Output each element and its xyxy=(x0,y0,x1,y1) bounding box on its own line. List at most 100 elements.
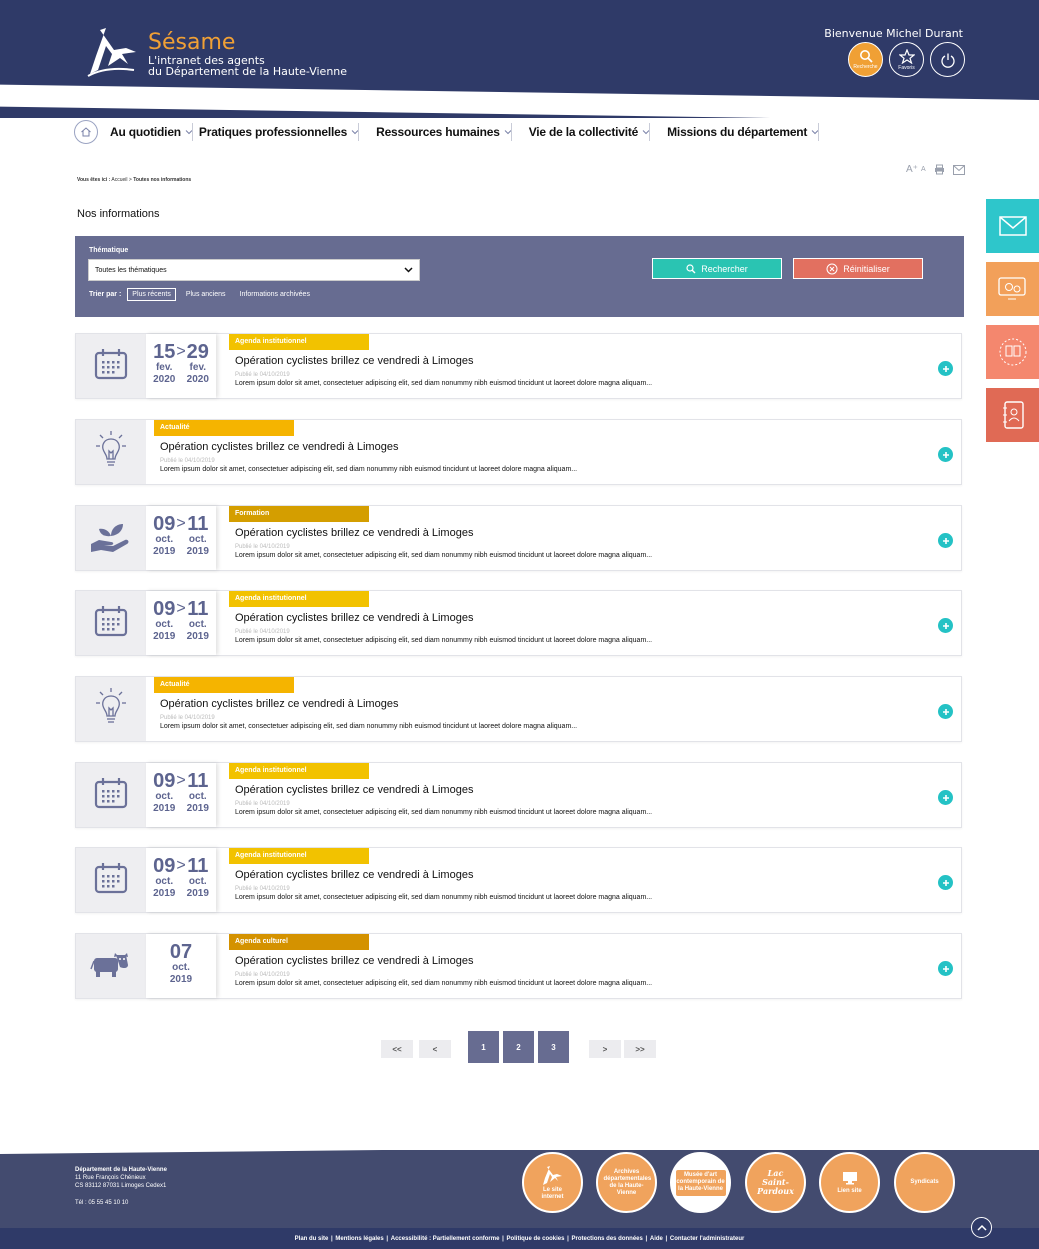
search-icon xyxy=(686,263,696,273)
back-to-top-button[interactable] xyxy=(971,1217,992,1238)
card-title[interactable]: Opération cyclistes brillez ce vendredi … xyxy=(235,869,473,881)
computer-settings-icon xyxy=(997,277,1026,300)
footer-link-musee[interactable]: Musée d'art contemporain de la Haute-Vie… xyxy=(670,1152,731,1213)
news-card[interactable]: 07 oct. 2019 Agenda culturel Opération cycli… xyxy=(75,933,962,999)
card-expand-button[interactable] xyxy=(938,790,953,805)
date-end-year: 2019 xyxy=(186,546,209,557)
nav-item-missions-du-departement[interactable]: Missions du département xyxy=(667,125,828,139)
pagination-next[interactable]: > xyxy=(589,1040,621,1058)
footer-link-protection-donnees[interactable]: Protections des données xyxy=(571,1236,642,1242)
card-expand-button[interactable] xyxy=(938,361,953,376)
footer-link-lac-saint-pardoux[interactable]: Lac Saint-Pardoux xyxy=(745,1152,806,1213)
date-start-day: 09 xyxy=(153,855,176,877)
home-button[interactable] xyxy=(74,120,98,144)
date-start-year: 2019 xyxy=(153,546,176,557)
card-description: Lorem ipsum dolor sit amet, consectetuer… xyxy=(235,809,653,816)
footer-link-syndicats[interactable]: Syndicats xyxy=(894,1152,955,1213)
card-date-box: 09 oct. 2019 >11 oct. 2019 xyxy=(146,848,216,912)
news-card[interactable]: 09 oct. 2019 >11 oct. 2019 Formation Opération … xyxy=(75,505,962,571)
pagination-page-1[interactable]: 1 xyxy=(468,1031,499,1063)
footer-link-lien-site[interactable]: Lien site xyxy=(819,1152,880,1213)
side-documents-button[interactable] xyxy=(986,325,1039,379)
sesame-logo[interactable] xyxy=(86,26,144,80)
date-start-month: oct. xyxy=(155,876,174,887)
welcome-message: Bienvenue Michel Durant xyxy=(824,27,963,40)
news-card[interactable]: Actualité Opération cyclistes brillez ce … xyxy=(75,419,962,485)
footer-link-label: Lien site xyxy=(837,1187,862,1194)
card-expand-button[interactable] xyxy=(938,618,953,633)
plus-icon xyxy=(942,708,949,715)
font-size-increase-button[interactable]: A⁺ xyxy=(906,164,918,175)
card-expand-button[interactable] xyxy=(938,447,953,462)
side-mail-button[interactable] xyxy=(986,199,1039,253)
news-card[interactable]: 09 oct. 2019 >11 oct. 2019 Agenda institutionn… xyxy=(75,847,962,913)
breadcrumb-home-link[interactable]: Accueil xyxy=(111,177,127,183)
pagination-page-3[interactable]: 3 xyxy=(538,1031,569,1063)
plus-icon xyxy=(942,622,949,629)
date-end-month: oct. xyxy=(188,876,207,887)
date-end-month: oct. xyxy=(188,619,207,630)
sort-option-recent[interactable]: Plus récents xyxy=(127,288,176,301)
nav-item-pratiques-professionnelles[interactable]: Pratiques professionnelles xyxy=(199,125,368,139)
footer-link-plan-du-site[interactable]: Plan du site xyxy=(295,1236,329,1242)
card-description: Lorem ipsum dolor sit amet, consectetuer… xyxy=(160,723,578,730)
reset-button[interactable]: Réinitialiser xyxy=(793,258,923,279)
card-expand-button[interactable] xyxy=(938,704,953,719)
card-expand-button[interactable] xyxy=(938,533,953,548)
news-card[interactable]: Actualité Opération cyclistes brillez ce … xyxy=(75,676,962,742)
news-card[interactable]: 09 oct. 2019 >11 oct. 2019 Agenda institutionn… xyxy=(75,762,962,828)
nav-item-vie-de-la-collectivite[interactable]: Vie de la collectivité xyxy=(529,125,659,139)
card-title[interactable]: Opération cyclistes brillez ce vendredi … xyxy=(160,441,398,453)
calendar-icon xyxy=(94,862,128,899)
card-description: Lorem ipsum dolor sit amet, consectetuer… xyxy=(235,980,653,987)
card-description: Lorem ipsum dolor sit amet, consectetuer… xyxy=(235,894,653,901)
card-title[interactable]: Opération cyclistes brillez ce vendredi … xyxy=(160,698,398,710)
side-directory-button[interactable] xyxy=(986,388,1039,442)
date-start: 15 fev. 2020 xyxy=(153,342,175,386)
favorites-button[interactable]: Favoris xyxy=(889,42,924,77)
footer-link-archives[interactable]: Archives départementales de la Haute-Vie… xyxy=(596,1152,657,1213)
card-published-date: Publié le 04/10/2019 xyxy=(235,886,290,892)
side-tools-button[interactable] xyxy=(986,262,1039,316)
card-icon-box xyxy=(76,848,146,912)
nav-item-au-quotidien[interactable]: Au quotidien xyxy=(110,125,202,139)
sort-option-archived[interactable]: Informations archivées xyxy=(236,289,314,300)
footer-link-aide[interactable]: Aide xyxy=(650,1236,663,1242)
pagination-prev[interactable]: < xyxy=(419,1040,451,1058)
news-card[interactable]: 15 fev. 2020 >29 fev. 2020 Agenda institutionn… xyxy=(75,333,962,399)
footer-address-line-1: 11 Rue François Chénieux xyxy=(75,1175,146,1181)
nav-item-label: Pratiques professionnelles xyxy=(198,125,348,139)
logout-button[interactable] xyxy=(930,42,965,77)
card-title[interactable]: Opération cyclistes brillez ce vendredi … xyxy=(235,612,473,624)
thematique-select[interactable]: Toutes les thématiques xyxy=(88,259,420,281)
news-card[interactable]: 09 oct. 2019 >11 oct. 2019 Agenda institutionn… xyxy=(75,590,962,656)
footer-link-contact-admin[interactable]: Contacter l'administrateur xyxy=(670,1236,744,1242)
card-date-box: 09 oct. 2019 >11 oct. 2019 xyxy=(146,506,216,570)
date-end-month: oct. xyxy=(188,534,207,545)
font-size-decrease-button[interactable]: A xyxy=(921,166,926,173)
pagination-first[interactable]: << xyxy=(381,1040,413,1058)
nav-item-ressources-humaines[interactable]: Ressources humaines xyxy=(376,125,521,139)
footer-link-site-internet[interactable]: Le site internet xyxy=(522,1152,583,1213)
search-button[interactable]: Recherche xyxy=(848,42,883,77)
email-share-icon[interactable] xyxy=(952,164,965,175)
search-submit-button[interactable]: Rechercher xyxy=(652,258,782,279)
card-title[interactable]: Opération cyclistes brillez ce vendredi … xyxy=(235,955,473,967)
card-category-tag: Formation xyxy=(229,506,369,522)
page-tools: A⁺ A xyxy=(906,164,965,175)
card-title[interactable]: Opération cyclistes brillez ce vendredi … xyxy=(235,355,473,367)
print-icon[interactable] xyxy=(934,164,945,175)
sort-option-oldest[interactable]: Plus anciens xyxy=(182,289,230,300)
card-title[interactable]: Opération cyclistes brillez ce vendredi … xyxy=(235,784,473,796)
date-start-year: 2019 xyxy=(169,974,193,985)
footer-link-cookies[interactable]: Politique de cookies xyxy=(506,1236,564,1242)
card-expand-button[interactable] xyxy=(938,961,953,976)
card-expand-button[interactable] xyxy=(938,875,953,890)
pagination-last[interactable]: >> xyxy=(624,1040,656,1058)
card-date-box: 07 oct. 2019 xyxy=(146,934,216,998)
footer-link-mentions-legales[interactable]: Mentions légales xyxy=(335,1236,383,1242)
card-title[interactable]: Opération cyclistes brillez ce vendredi … xyxy=(235,527,473,539)
footer-link-accessibilite[interactable]: Accessibilité : Partiellement conforme xyxy=(391,1236,500,1242)
pagination-page-2[interactable]: 2 xyxy=(503,1031,534,1063)
date-start: 09 oct. 2019 xyxy=(153,771,175,815)
